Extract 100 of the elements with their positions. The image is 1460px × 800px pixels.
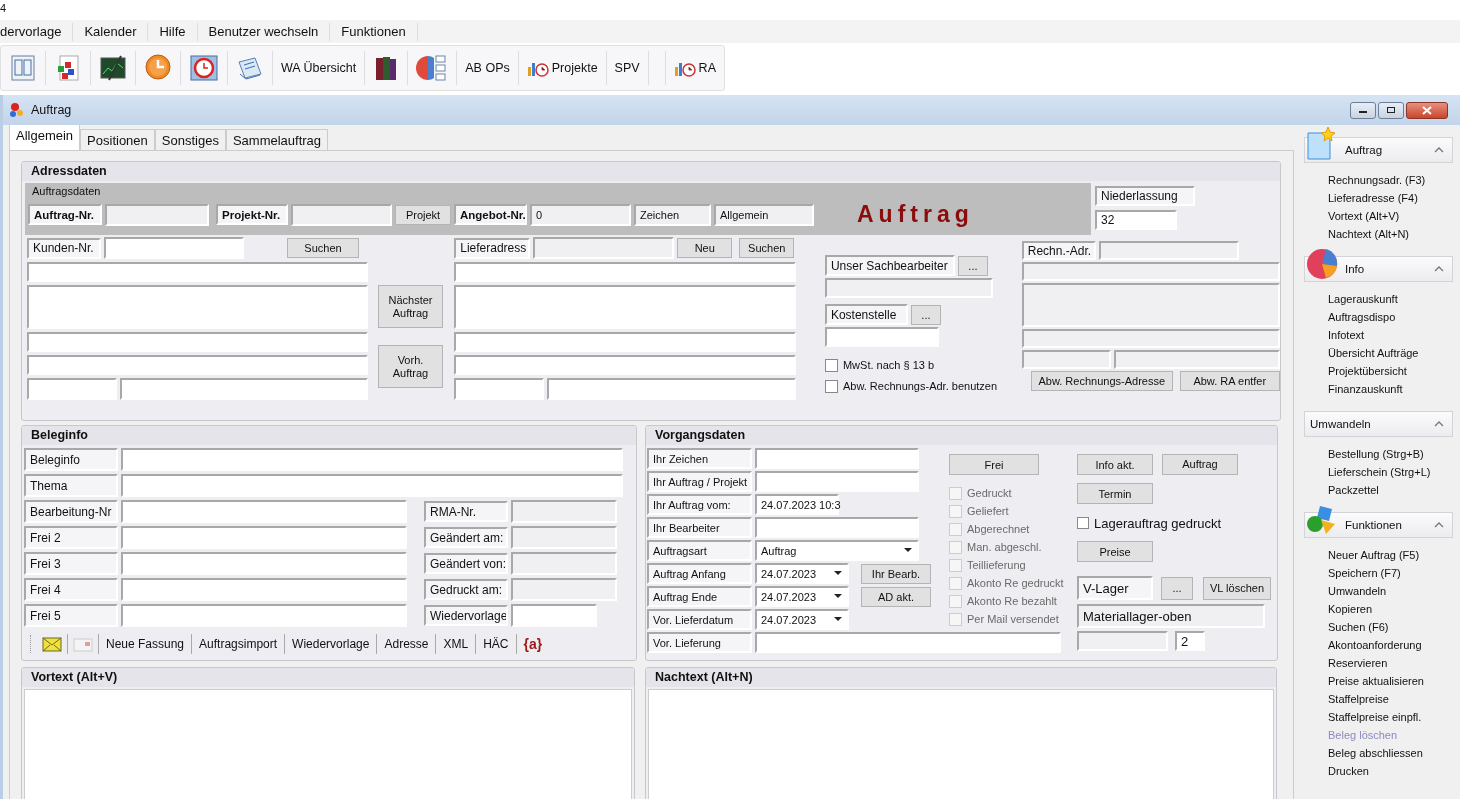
toolbar-button[interactable]: AB OPs <box>457 51 519 85</box>
date-picker[interactable]: 24.07.2023 <box>755 586 849 607</box>
tab[interactable]: Sammelauftrag <box>225 129 329 150</box>
task-link[interactable]: Preise aktualisieren <box>1328 672 1453 690</box>
toolbar-button[interactable]: Auftragsimport <box>192 634 286 654</box>
field-label: Vor. Lieferdatum <box>647 609 752 630</box>
field-label: Wiedervorlage <box>424 605 508 626</box>
input-field[interactable]: Zeichen <box>634 203 711 226</box>
task-link[interactable]: Suchen (F6) <box>1328 618 1453 636</box>
toolbar-button[interactable]: Wiedervorlage <box>285 634 378 654</box>
field-label: Gedruckt am: <box>424 579 508 600</box>
delete-button[interactable]: VL löschen <box>1203 576 1271 600</box>
more-button[interactable]: ... <box>957 255 988 276</box>
info-button[interactable]: Info akt. <box>1077 454 1153 475</box>
prices-button[interactable]: Preise <box>1077 541 1153 562</box>
task-link[interactable]: Umwandeln <box>1328 582 1453 600</box>
input-field: Materiallager-oben <box>1077 604 1265 628</box>
input-field[interactable]: 24.07.2023 10:3 <box>755 494 839 515</box>
free-button[interactable]: Frei <box>949 454 1039 475</box>
more-button[interactable]: ... <box>910 304 941 325</box>
field-label: Projekt-Nr. <box>216 204 288 225</box>
toolbar-button[interactable]: Projekte <box>518 51 607 85</box>
new-button[interactable]: Neu <box>677 238 733 258</box>
appointment-button[interactable]: Termin <box>1077 483 1153 504</box>
tab[interactable]: Positionen <box>80 129 155 150</box>
order-button[interactable]: Auftrag <box>1162 453 1238 475</box>
task-link[interactable]: Finanzauskunft <box>1328 380 1453 398</box>
checkbox-label: Teillieferung <box>967 559 1026 571</box>
task-link[interactable]: Übersicht Aufträge <box>1328 344 1453 362</box>
field-label: Geändert von: <box>424 553 508 574</box>
task-link[interactable]: Nachtext (Alt+N) <box>1328 225 1453 243</box>
group-title: Vorgangsdaten <box>646 426 1277 445</box>
toolbar-button[interactable]: Adresse <box>377 634 437 654</box>
pane-header[interactable]: Funktionen <box>1304 512 1453 538</box>
tab[interactable]: Allgemein <box>9 125 81 150</box>
checkbox-label: Geliefert <box>967 505 1009 517</box>
more-button[interactable]: ... <box>1161 576 1193 600</box>
next-order-button[interactable]: Nächster Auftrag <box>377 285 444 328</box>
pane-header[interactable]: Umwandeln <box>1304 411 1453 437</box>
search-button[interactable]: Suchen <box>287 238 359 258</box>
field-label: Thema <box>24 474 118 497</box>
task-link[interactable]: Auftragsdispo <box>1328 308 1453 326</box>
field-label: V-Lager <box>1077 576 1153 600</box>
checkbox-label: Lagerauftrag gedruckt <box>1094 515 1222 531</box>
tab[interactable]: Sonstiges <box>154 129 226 150</box>
group-title: Nachtext (Alt+N) <box>646 668 1276 687</box>
checkbox-label: Gedruckt <box>967 487 1012 499</box>
task-link[interactable]: Lieferadresse (F4) <box>1328 189 1453 207</box>
task-link[interactable]: Projektübersicht <box>1328 362 1453 380</box>
task-link[interactable]: Bestellung (Strg+B) <box>1328 445 1453 463</box>
task-link[interactable]: Staffelpreise <box>1328 690 1453 708</box>
dropdown[interactable]: Auftrag <box>755 540 919 561</box>
task-link[interactable]: Speichern (F7) <box>1328 564 1453 582</box>
window-number: 4 <box>0 1 8 16</box>
menu-item[interactable]: Benutzer wechseln <box>197 22 331 41</box>
toolbar-button[interactable]: XML <box>436 634 477 654</box>
task-link[interactable]: Reservieren <box>1328 654 1453 672</box>
task-link[interactable]: Rechnungsadr. (F3) <box>1328 171 1453 189</box>
previous-order-button[interactable]: Vorh. Auftrag <box>377 345 444 388</box>
variables-button[interactable]: {a} <box>516 634 550 654</box>
task-link[interactable]: Lagerauskunft <box>1328 290 1453 308</box>
menu-item[interactable]: Hilfe <box>148 22 198 41</box>
input-field[interactable]: 2 <box>1175 631 1205 651</box>
toolbar-button[interactable]: RA <box>665 51 724 85</box>
field-label: Geändert am: <box>424 527 508 548</box>
project-button[interactable]: Projekt <box>395 204 451 225</box>
date-picker[interactable]: 24.07.2023 <box>755 609 849 630</box>
toolbar-button[interactable]: HÄC <box>476 634 517 654</box>
task-link[interactable]: Vortext (Alt+V) <box>1328 207 1453 225</box>
field-label: Niederlassung <box>1095 186 1195 206</box>
field-label: Kostenstelle <box>824 304 908 325</box>
search-button[interactable]: Suchen <box>739 238 795 258</box>
task-link[interactable]: Beleg abschliessen <box>1328 744 1453 762</box>
task-link[interactable]: Neuer Auftrag (F5) <box>1328 546 1453 564</box>
task-link[interactable]: Akontoanforderung <box>1328 636 1453 654</box>
input-field[interactable]: 0 <box>530 203 631 226</box>
toolbar-button[interactable]: WA Übersicht <box>273 51 366 85</box>
task-link[interactable]: Infotext <box>1328 326 1453 344</box>
toolbar-button[interactable]: SPV <box>606 51 649 85</box>
date-picker[interactable]: 24.07.2023 <box>755 563 849 584</box>
field-label: Frei 3 <box>24 552 118 575</box>
menu-item[interactable]: dervorlage <box>0 22 74 41</box>
task-link[interactable]: Lieferschein (Strg+L) <box>1328 463 1453 481</box>
action-button[interactable]: Ihr Bearb. <box>861 563 931 584</box>
remove-address-button[interactable]: Abw. RA entfer <box>1179 371 1280 391</box>
task-link[interactable]: Staffelpreise einpfl. <box>1328 708 1453 726</box>
task-link[interactable]: Packzettel <box>1328 481 1453 499</box>
action-button[interactable]: AD akt. <box>861 586 931 607</box>
field-label: Lieferadress <box>454 237 531 259</box>
checkbox-label: Abw. Rechnungs-Adr. benutzen <box>842 380 998 392</box>
task-link[interactable]: Kopieren <box>1328 600 1453 618</box>
input-field[interactable]: Allgemein <box>714 203 814 226</box>
input-field[interactable]: 32 <box>1095 210 1177 230</box>
menu-item[interactable]: Funktionen <box>330 22 418 41</box>
toolbar-button[interactable]: Neue Fassung <box>99 634 193 654</box>
task-link[interactable]: Drucken <box>1328 762 1453 780</box>
field-label: Frei 5 <box>24 604 118 627</box>
menu-item[interactable]: Kalender <box>73 22 149 41</box>
group-title: Beleginfo <box>22 426 636 445</box>
alternate-address-button[interactable]: Abw. Rechnungs-Adresse <box>1030 371 1173 391</box>
